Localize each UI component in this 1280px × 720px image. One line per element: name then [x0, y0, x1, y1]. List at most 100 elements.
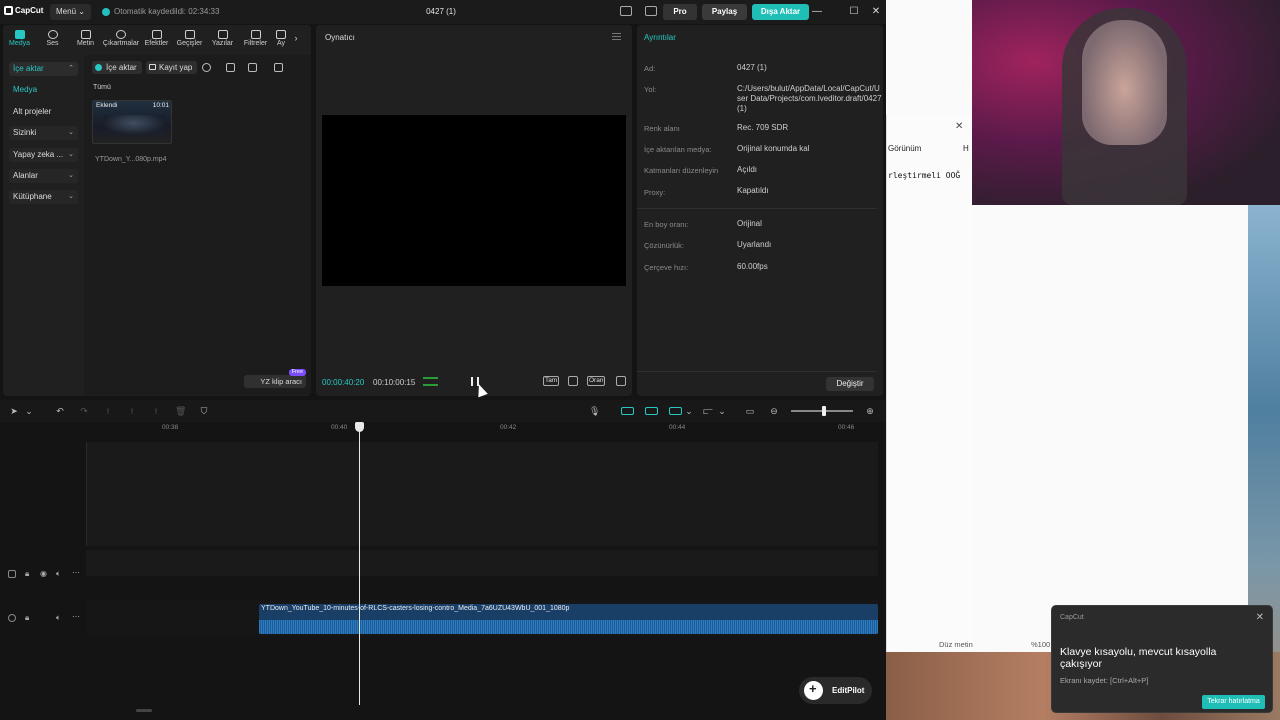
crop-icon[interactable] [568, 376, 578, 386]
split-right-icon[interactable]: ⟊ [151, 406, 161, 416]
sidenav-ai[interactable]: Yapay zeka ... ⌄ [9, 148, 78, 162]
share-label: Paylaş [711, 7, 738, 16]
menu-button[interactable]: Menü ⌄ [50, 4, 91, 20]
preview-screen[interactable] [322, 115, 626, 286]
playhead-handle[interactable] [355, 422, 364, 432]
split-icon[interactable]: ⟊ [103, 406, 113, 416]
tab-media[interactable]: Medya [3, 25, 36, 51]
maximize-icon[interactable]: ☐ [847, 5, 861, 19]
ratio-button[interactable]: Oran [587, 376, 606, 386]
sidenav-library[interactable]: Kütüphane ⌄ [9, 190, 78, 204]
notepad-menu-view[interactable]: Görünüm [888, 144, 921, 153]
editpilot-button[interactable]: EditPilot [799, 675, 872, 704]
modify-button[interactable]: Değiştir [826, 377, 874, 391]
feature-tabs: Medya Ses Metin Çıkartmalar Efektler Geç… [3, 25, 311, 51]
redo-icon[interactable]: ↷ [79, 406, 89, 416]
tab-filters[interactable]: Filtreler [239, 25, 272, 51]
chevron-down-icon: ⌄ [68, 172, 74, 179]
sidenav-label: Medya [13, 85, 38, 94]
select-tool-icon[interactable]: ➤ [9, 406, 19, 416]
filter-icon [250, 29, 261, 39]
tab-transitions[interactable]: Geçişler [173, 25, 206, 51]
search-icon[interactable] [202, 63, 211, 72]
effects-icon [151, 29, 162, 39]
tab-adjust[interactable]: Ay [272, 25, 290, 51]
caption-icon [217, 29, 228, 39]
sidenav-yours[interactable]: Sizinki ⌄ [9, 126, 78, 140]
pro-button[interactable]: Pro [663, 4, 697, 20]
timeline-scrollbar[interactable] [136, 709, 152, 712]
mute-icon[interactable]: 🔈︎ [56, 569, 61, 579]
export-button[interactable]: Dışa Aktar [752, 4, 809, 20]
fullscreen-icon[interactable] [616, 376, 626, 386]
notification-close-icon[interactable]: ✕ [1256, 612, 1264, 623]
playhead-line[interactable] [359, 423, 360, 705]
empty-track-area[interactable] [86, 442, 878, 546]
record-button[interactable]: Kayıt yap [146, 61, 198, 74]
video-track[interactable] [86, 550, 878, 576]
tab-captions[interactable]: Yazılar [206, 25, 239, 51]
import-label: İçe aktar [106, 63, 137, 72]
visibility-icon[interactable]: ◉ [40, 569, 47, 578]
minimize-icon[interactable]: — [810, 5, 824, 19]
shortcuts-icon[interactable] [645, 6, 657, 16]
import-button[interactable]: İçe aktar [92, 61, 142, 74]
sort-icon[interactable] [248, 63, 257, 72]
main-track-magnet-icon[interactable] [621, 407, 634, 415]
screen-icon[interactable]: ▭ [745, 406, 755, 416]
undo-icon[interactable]: ↶ [55, 406, 65, 416]
microphone-icon[interactable]: 🎙 [589, 406, 600, 416]
sidenav-media[interactable]: Medya [9, 83, 78, 97]
share-button[interactable]: Paylaş [702, 4, 747, 20]
tab-audio[interactable]: Ses [36, 25, 69, 51]
zoom-out-icon[interactable]: ⊖ [769, 406, 779, 416]
preview-axis-icon[interactable]: ⫍ [703, 406, 713, 416]
tabs-scroll-right-icon[interactable]: › [290, 25, 302, 51]
chevron-down-icon[interactable]: ⌄ [24, 406, 34, 416]
lock-icon[interactable]: 🔒︎ [25, 569, 29, 579]
media-panel: Medya Ses Metin Çıkartmalar Efektler Geç… [3, 25, 311, 396]
notepad-menu-h[interactable]: H [963, 144, 969, 153]
detail-value-layers: Açıldı [737, 165, 758, 174]
full-quality-button[interactable]: Tam [543, 376, 560, 386]
record-label: Kayıt yap [159, 63, 193, 72]
notepad-close-icon[interactable]: ✕ [955, 121, 963, 132]
chevron-down-icon[interactable]: ⌄ [717, 406, 727, 416]
remind-again-button[interactable]: Tekrar hatırlatma [1202, 695, 1265, 709]
sidenav-spaces[interactable]: Alanlar ⌄ [9, 169, 78, 183]
media-thumbnail[interactable]: Eklendi 10:01 [92, 100, 172, 144]
logo-text: CapCut [15, 6, 44, 15]
autosave-status: Otomatik kaydedildi: 02:34:33 [102, 7, 219, 16]
detail-label-resolution: Çözünürlük: [644, 241, 685, 250]
more-icon[interactable]: ⋯ [72, 612, 80, 621]
tab-text[interactable]: Metin [69, 25, 102, 51]
mute-icon[interactable]: 🔈︎ [56, 613, 61, 623]
notepad-text[interactable]: rleştirmeli OOĞ [888, 171, 960, 180]
layout-icon[interactable] [620, 6, 632, 16]
sidenav-import[interactable]: İçe aktar ⌃ [9, 62, 78, 76]
more-icon[interactable]: ⋯ [72, 568, 80, 577]
player-menu-icon[interactable] [612, 33, 621, 40]
grid-view-icon[interactable] [226, 63, 235, 72]
close-icon[interactable]: ✕ [869, 5, 883, 19]
filter-icon[interactable] [274, 63, 283, 72]
linkage-icon[interactable] [669, 407, 682, 415]
tab-stickers[interactable]: Çıkartmalar [102, 25, 140, 51]
delete-icon[interactable]: 🗑 [175, 406, 186, 416]
audio-clip[interactable]: YTDown_YouTube_10-minutes-of-RLCS-caster… [259, 604, 878, 634]
zoom-slider-handle[interactable] [822, 406, 826, 416]
auto-snap-icon[interactable] [645, 407, 658, 415]
ai-clip-label: YZ klip aracı [260, 377, 302, 386]
chevron-down-icon[interactable]: ⌄ [684, 406, 694, 416]
ai-clip-tool-button[interactable]: YZ klip aracı Free [244, 369, 306, 388]
marker-icon[interactable]: ⛉ [199, 406, 209, 416]
tab-label: Geçişler [176, 39, 203, 47]
tab-effects[interactable]: Efektler [140, 25, 173, 51]
filter-all-label[interactable]: Tümü [93, 84, 111, 91]
split-left-icon[interactable]: ⟊ [127, 406, 137, 416]
lock-icon[interactable]: 🔒︎ [25, 613, 29, 623]
zoom-in-icon[interactable]: ⊕ [865, 406, 875, 416]
sidenav-subprojects[interactable]: Alt projeler [9, 105, 78, 119]
ruler-tick: 00:42 [500, 424, 517, 431]
timeline-ruler[interactable]: 00:38 00:40 00:42 00:44 00:46 [86, 422, 886, 436]
